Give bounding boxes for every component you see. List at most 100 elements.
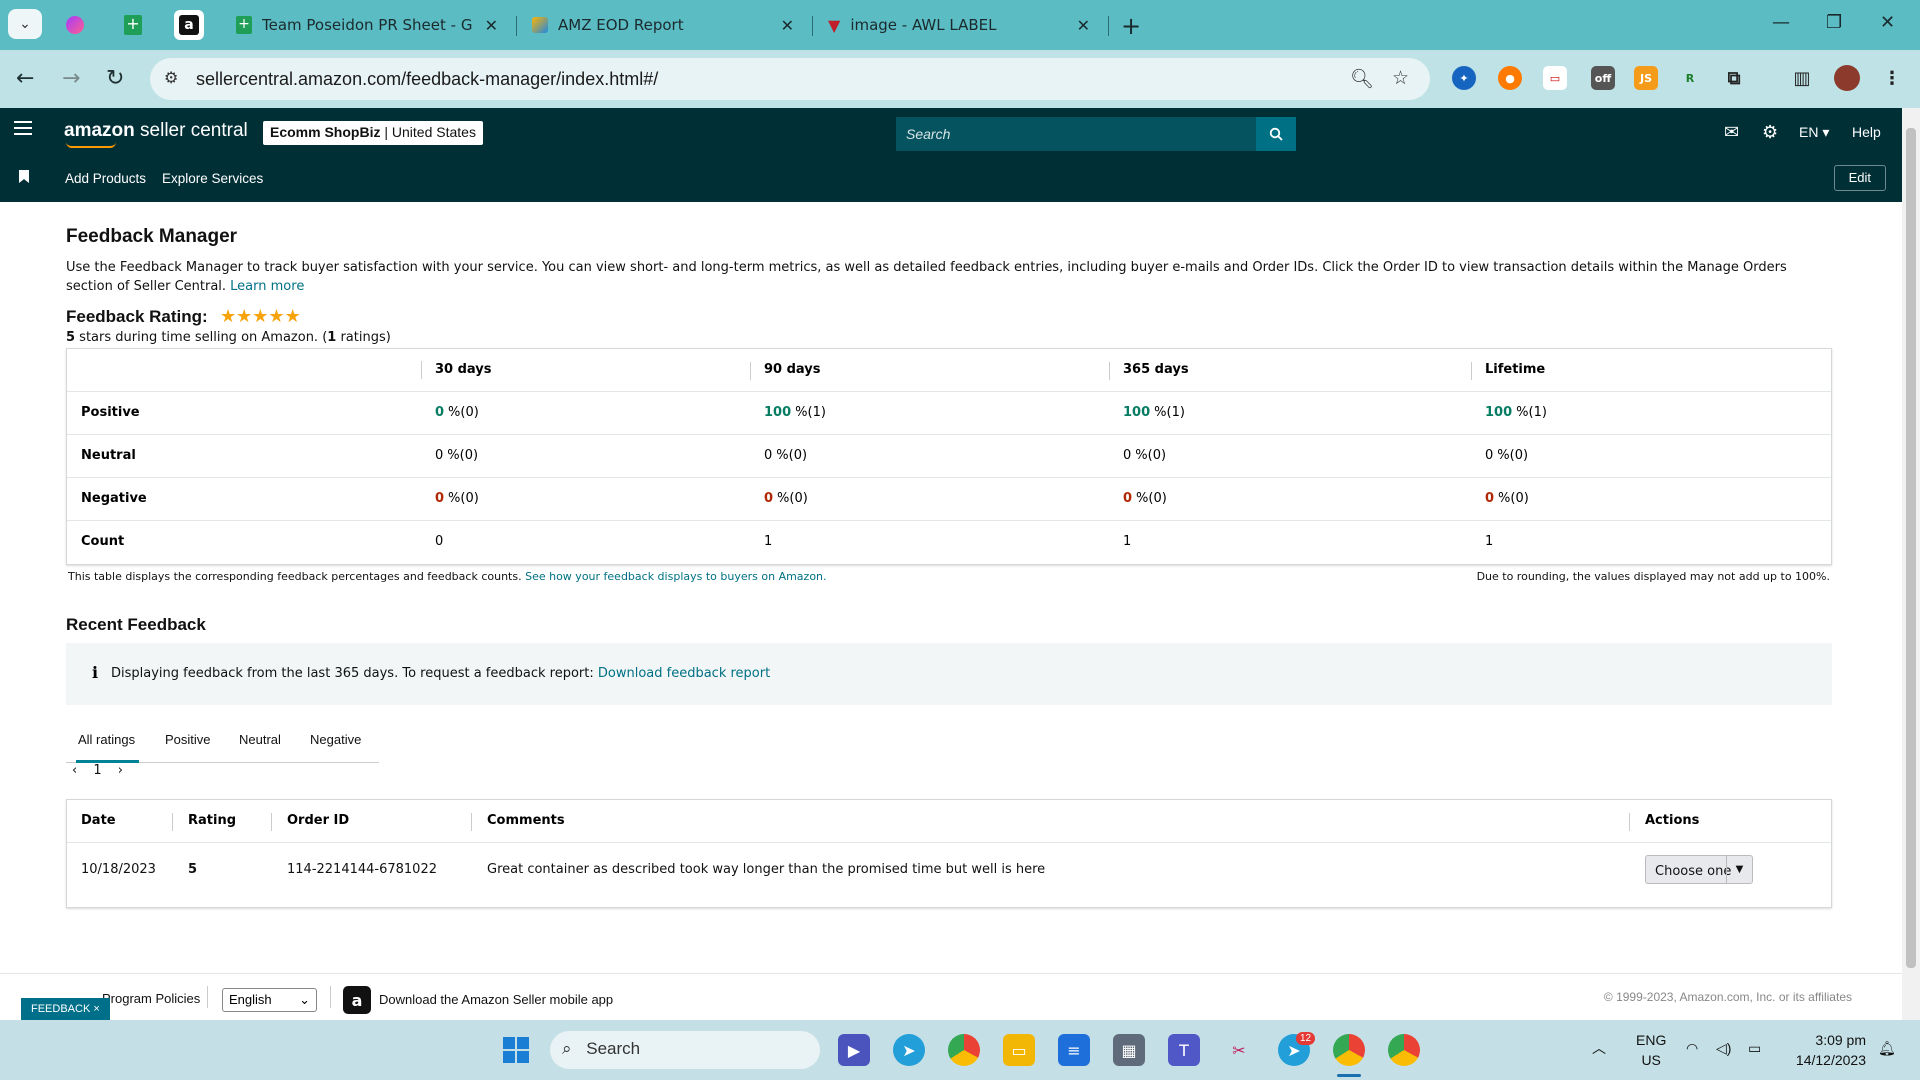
notepad-icon[interactable]: ≡: [1058, 1034, 1090, 1066]
language-selector[interactable]: EN ▾: [1799, 124, 1829, 141]
help-link[interactable]: Help: [1852, 124, 1881, 140]
wifi-icon[interactable]: ◠: [1686, 1038, 1698, 1058]
footer-divider: [207, 986, 208, 1008]
metric-cell: 0 %(0): [435, 405, 479, 420]
omnibox[interactable]: ⚙ sellercentral.amazon.com/feedback-mana…: [150, 58, 1430, 100]
meet-icon[interactable]: ▶: [838, 1034, 870, 1066]
reload-icon[interactable]: ↻: [106, 66, 124, 91]
tab-positive[interactable]: Positive: [165, 732, 211, 747]
hamburger-menu-icon[interactable]: [14, 121, 32, 135]
edit-nav-button[interactable]: Edit: [1833, 165, 1886, 191]
js-extension-icon[interactable]: JS: [1634, 66, 1658, 90]
tab-poseidon-sheet[interactable]: + Team Poseidon PR Sheet - Goo ✕: [226, 8, 506, 42]
prev-page-icon[interactable]: ‹: [72, 763, 77, 778]
chrome-icon[interactable]: [948, 1034, 980, 1066]
close-window-icon[interactable]: ✕: [1880, 12, 1895, 33]
seller-central-logo[interactable]: amazon seller central: [64, 120, 248, 142]
extension-icon[interactable]: ✦: [1452, 66, 1476, 90]
battery-icon[interactable]: ▭: [1748, 1038, 1761, 1058]
store-selector[interactable]: Ecomm ShopBiz | United States: [263, 121, 483, 145]
feedback-metrics-table: 30 days 90 days 365 days Lifetime Positi…: [66, 348, 1832, 565]
snipping-tool-icon[interactable]: ✂: [1223, 1034, 1255, 1066]
tab-negative[interactable]: Negative: [310, 732, 361, 747]
seller-search-input[interactable]: Search: [896, 117, 1256, 151]
zoom-icon[interactable]: 🔍︎: [1350, 67, 1374, 90]
new-tab-icon[interactable]: +: [1121, 12, 1141, 40]
bookmark-icon[interactable]: [19, 170, 29, 183]
forward-icon[interactable]: →: [62, 66, 80, 91]
chrome-profile-icon[interactable]: [1333, 1034, 1365, 1066]
tab-neutral[interactable]: Neutral: [239, 732, 281, 747]
metric-value: 100: [764, 405, 792, 420]
tab-awl-label[interactable]: ▼ image - AWL LABEL ✕: [818, 8, 1098, 42]
order-id-link[interactable]: 114-2214144-6781022: [287, 862, 437, 877]
metric-ratio: %(0): [1135, 448, 1167, 463]
side-panel-icon[interactable]: ▥: [1790, 66, 1814, 90]
table-row: Negative 0 %(0) 0 %(0) 0 %(0) 0 %(0): [67, 478, 1831, 521]
tab-search-button[interactable]: ⌄: [8, 9, 42, 39]
sheets-pinned-tab[interactable]: +: [118, 10, 148, 40]
file-explorer-icon[interactable]: ▭: [1003, 1034, 1035, 1066]
chrome-menu-icon[interactable]: ⋮: [1880, 66, 1904, 90]
close-tab-icon[interactable]: ✕: [781, 16, 794, 35]
messenger-pinned-tab[interactable]: [60, 10, 90, 40]
profile-avatar[interactable]: [1834, 65, 1860, 91]
column-divider: [1109, 362, 1110, 380]
metric-value: 0: [435, 448, 444, 463]
feedback-display-link[interactable]: See how your feedback displays to buyers…: [525, 570, 826, 583]
search-icon: [1269, 127, 1283, 141]
star-icon: ★: [236, 306, 253, 327]
info-icon: i: [92, 663, 99, 682]
clock[interactable]: 3:09 pm 14/12/2023: [1786, 1030, 1866, 1070]
download-report-link[interactable]: Download feedback report: [598, 666, 770, 681]
back-icon[interactable]: ←: [16, 66, 34, 91]
bookmark-star-icon[interactable]: ☆: [1392, 67, 1409, 89]
feedback-date: 10/18/2023: [81, 862, 156, 877]
telegram-icon[interactable]: ➤: [893, 1034, 925, 1066]
volume-icon[interactable]: ◁): [1716, 1038, 1731, 1058]
notification-bell-icon[interactable]: 🔔︎: [1878, 1038, 1896, 1058]
footer-language-select[interactable]: English ⌄: [222, 988, 317, 1012]
calculator-icon[interactable]: ▦: [1113, 1034, 1145, 1066]
rating-summary-end: ratings): [336, 330, 391, 345]
extension-icon[interactable]: ●: [1498, 66, 1522, 90]
extension-icon[interactable]: R: [1678, 66, 1702, 90]
tab-all-ratings[interactable]: All ratings: [78, 732, 135, 747]
input-language[interactable]: ENG US: [1636, 1030, 1666, 1070]
restore-icon[interactable]: ❐: [1826, 12, 1842, 33]
minimize-icon[interactable]: —: [1772, 12, 1790, 33]
next-page-icon[interactable]: ›: [118, 763, 123, 778]
row-label: Positive: [81, 405, 140, 420]
extension-off-icon[interactable]: off: [1591, 66, 1615, 90]
mail-icon[interactable]: ✉: [1724, 122, 1739, 143]
extension-icon[interactable]: ▭: [1543, 66, 1567, 90]
teams-icon[interactable]: T: [1168, 1034, 1200, 1066]
taskbar-search[interactable]: ⌕ Search: [550, 1031, 820, 1069]
learn-more-link[interactable]: Learn more: [230, 279, 304, 294]
close-tab-icon[interactable]: ✕: [1077, 16, 1090, 35]
nav-explore-services[interactable]: Explore Services: [162, 171, 263, 186]
seller-app-icon[interactable]: a: [343, 986, 371, 1014]
col-rating: Rating: [188, 813, 237, 828]
chrome-profile-icon[interactable]: [1388, 1034, 1420, 1066]
tab-amz-eod[interactable]: AMZ EOD Report ✕: [522, 8, 802, 42]
windows-start-icon[interactable]: [500, 1034, 532, 1066]
program-policies-link[interactable]: Program Policies: [102, 991, 200, 1006]
metric-value: 1: [1485, 534, 1494, 549]
url-text[interactable]: sellercentral.amazon.com/feedback-manage…: [196, 69, 658, 90]
feedback-badge[interactable]: FEEDBACK ×: [21, 998, 110, 1020]
table-row: 10/18/2023 5 114-2214144-6781022 Great c…: [67, 843, 1831, 907]
close-tab-icon[interactable]: ✕: [485, 16, 498, 35]
logo-brand: amazon: [64, 120, 135, 141]
amazon-active-tab[interactable]: a: [174, 10, 204, 40]
search-button[interactable]: [1256, 117, 1296, 151]
download-app-link[interactable]: Download the Amazon Seller mobile app: [379, 992, 613, 1007]
current-page[interactable]: 1: [93, 763, 101, 778]
tray-overflow-icon[interactable]: ︿: [1592, 1038, 1606, 1058]
action-dropdown[interactable]: Choose one ▼: [1645, 855, 1753, 884]
site-info-icon[interactable]: ⚙: [164, 68, 178, 87]
settings-gear-icon[interactable]: ⚙: [1762, 122, 1778, 143]
nav-add-products[interactable]: Add Products: [65, 171, 146, 186]
scrollbar-thumb[interactable]: [1906, 128, 1916, 968]
extensions-puzzle-icon[interactable]: ⧉: [1722, 66, 1746, 90]
